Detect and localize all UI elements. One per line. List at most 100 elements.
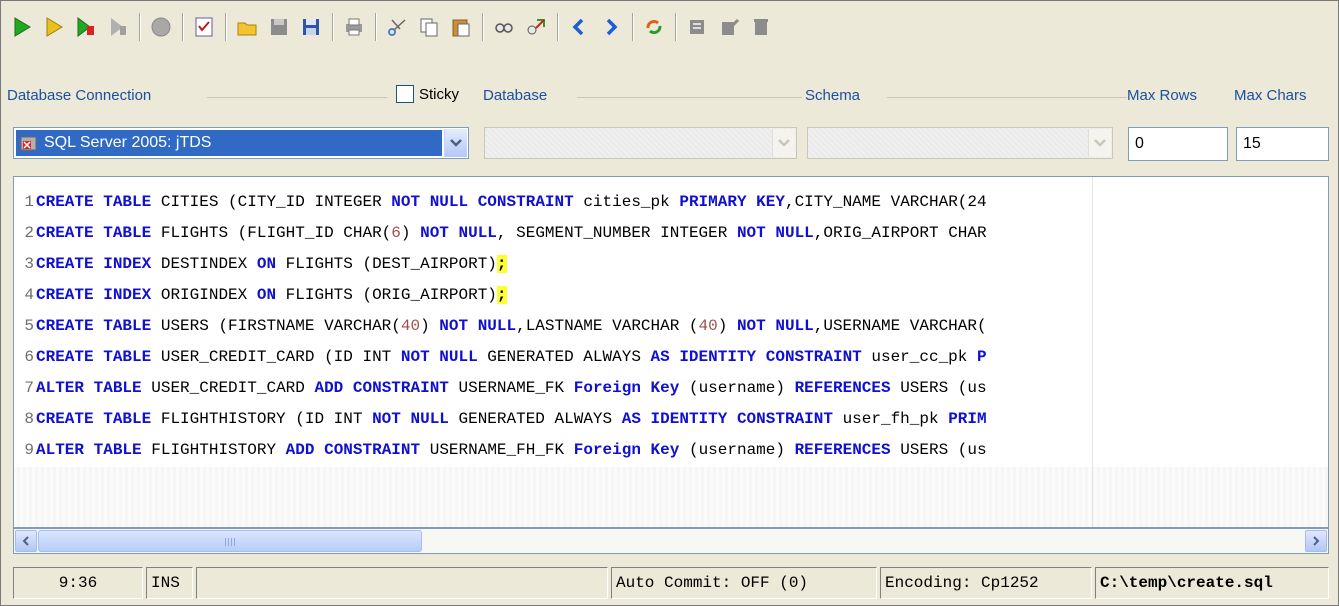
toolbar-separator [557, 13, 558, 41]
find-icon[interactable] [491, 14, 517, 40]
refresh-icon[interactable] [641, 14, 667, 40]
sql-keyword: CREATE [36, 317, 94, 335]
open-folder-icon[interactable] [234, 14, 260, 40]
sql-keyword: CREATE [36, 348, 94, 366]
file-path: C:\temp\create.sql [1095, 567, 1329, 599]
horizontal-scrollbar[interactable] [13, 528, 1329, 554]
max-rows-input[interactable]: 0 [1128, 127, 1228, 161]
sql-keyword: AS [650, 348, 670, 366]
chevron-down-icon[interactable] [772, 129, 795, 157]
sql-keyword: ALTER [36, 379, 85, 397]
commit-icon[interactable] [191, 14, 217, 40]
sql-keyword: CONSTRAINT [765, 348, 862, 366]
right-margin-line [1092, 177, 1093, 527]
line-number: 1 [24, 193, 34, 211]
code-line[interactable]: 9 ALTER TABLE FLIGHTHISTORY ADD CONSTRAIN… [14, 435, 986, 465]
sql-text: GENERATED ALWAYS [477, 348, 651, 366]
line-number: 2 [24, 224, 34, 242]
sql-keyword: CREATE [36, 286, 94, 304]
sql-keyword: NOT NULL [736, 224, 814, 242]
auto-commit-status: Auto Commit: OFF (0) [611, 567, 877, 599]
sql-keyword: REFERENCES [794, 379, 891, 397]
line-number: 4 [24, 286, 34, 304]
encoding-status: Encoding: Cp1252 [880, 567, 1092, 599]
sticky-checkbox[interactable]: Sticky [392, 85, 464, 103]
sql-text: USERS (FIRSTNAME VARCHAR( [151, 317, 401, 335]
paste-icon[interactable] [448, 14, 474, 40]
sql-keyword: ADD [285, 441, 315, 459]
database-select[interactable] [484, 127, 797, 159]
schema-select[interactable] [807, 127, 1113, 159]
sql-text: ) [400, 224, 421, 242]
sql-keyword: Foreign Key [573, 379, 680, 397]
bracket-highlight: ; [496, 286, 507, 304]
next-icon[interactable] [598, 14, 624, 40]
edit-disabled-icon[interactable] [716, 14, 742, 40]
code-line[interactable]: 1 CREATE TABLE CITIES (CITY_ID INTEGER NO… [14, 187, 986, 217]
sql-text: ) [717, 317, 737, 335]
sql-keyword: ON [256, 286, 277, 304]
scroll-right-icon[interactable] [1305, 530, 1327, 552]
sql-keyword: PRIMARY KEY [679, 193, 785, 211]
sql-keyword: NOT NULL [391, 193, 469, 211]
save-as-icon[interactable] [298, 14, 324, 40]
sql-keyword: CONSTRAINT [352, 379, 449, 397]
history-icon[interactable] [684, 14, 710, 40]
sql-keyword: CREATE [36, 410, 94, 428]
sql-text: cities_pk [573, 193, 680, 211]
sticky-checkbox-box[interactable] [396, 85, 414, 103]
sql-keyword: CONSTRAINT [736, 410, 833, 428]
code-line[interactable]: 5 CREATE TABLE USERS (FIRSTNAME VARCHAR(4… [14, 311, 986, 341]
execute-icon[interactable] [9, 14, 35, 40]
code-line[interactable]: 7 ALTER TABLE USER_CREDIT_CARD ADD CONSTR… [14, 373, 986, 403]
delete-disabled-icon[interactable] [748, 14, 774, 40]
execute-current-icon[interactable] [41, 14, 67, 40]
code-line[interactable]: 2 CREATE TABLE FLIGHTS (FLIGHT_ID CHAR(6)… [14, 218, 987, 248]
sql-editor-window: Database Connection Sticky Database Sche… [0, 0, 1339, 606]
sql-text: (username) [679, 441, 795, 459]
chevron-down-icon[interactable] [444, 129, 467, 157]
line-number: 5 [24, 317, 34, 335]
scroll-left-icon[interactable] [15, 530, 37, 552]
replace-icon[interactable] [523, 14, 549, 40]
sql-keyword: CREATE [36, 193, 94, 211]
sql-keyword: NOT NULL [372, 410, 449, 428]
code-line[interactable]: 6 CREATE TABLE USER_CREDIT_CARD (ID INT N… [14, 342, 986, 372]
sql-number: 6 [391, 224, 401, 242]
db-connection-label: Database Connection [7, 87, 158, 104]
divider [207, 97, 387, 98]
sql-keyword: NOT NULL [420, 224, 497, 242]
code-line[interactable]: 3 CREATE INDEX DESTINDEX ON FLIGHTS (DEST… [14, 249, 507, 279]
previous-icon[interactable] [566, 14, 592, 40]
sql-text: ,LASTNAME VARCHAR ( [516, 317, 699, 335]
chevron-down-icon[interactable] [1088, 129, 1111, 157]
cut-icon[interactable] [384, 14, 410, 40]
sql-text: ,ORIG_AIRPORT CHAR [813, 224, 987, 242]
sql-editor[interactable]: 1 CREATE TABLE CITIES (CITY_ID INTEGER NO… [13, 176, 1329, 528]
sql-keyword: NOT NULL [736, 317, 814, 335]
db-connection-select[interactable]: SQL Server 2005: jTDS [13, 127, 469, 159]
save-disabled-icon[interactable] [266, 14, 292, 40]
sql-keyword: TABLE [103, 224, 152, 242]
stop-all-icon[interactable] [105, 14, 131, 40]
copy-icon[interactable] [416, 14, 442, 40]
sql-keyword: CONSTRAINT [477, 193, 574, 211]
db-connection-selected: SQL Server 2005: jTDS [16, 130, 442, 156]
toolbar-separator [182, 13, 183, 41]
scrollbar-thumb[interactable] [38, 530, 422, 552]
code-line[interactable]: 8 CREATE TABLE FLIGHTHISTORY (ID INT NOT … [14, 404, 986, 434]
execute-all-icon[interactable] [73, 14, 99, 40]
max-chars-input[interactable]: 15 [1236, 127, 1329, 161]
stop-icon[interactable] [148, 14, 174, 40]
status-message [196, 567, 608, 599]
code-line[interactable]: 4 CREATE INDEX ORIGINDEX ON FLIGHTS (ORIG… [14, 280, 507, 310]
schema-label: Schema [805, 87, 867, 104]
toolbar-separator [332, 13, 333, 41]
sql-server-icon [20, 135, 38, 151]
print-icon[interactable] [341, 14, 367, 40]
